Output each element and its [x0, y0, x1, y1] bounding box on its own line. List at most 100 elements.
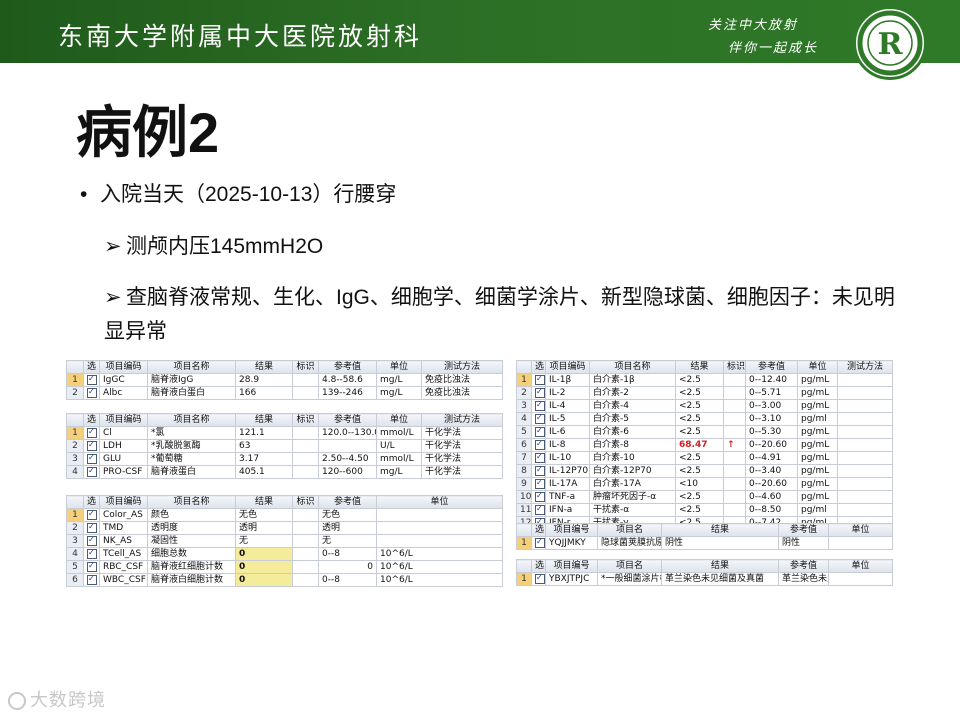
column-header[interactable]: 测试方法 [837, 360, 893, 374]
checkbox-checked-icon[interactable] [535, 426, 545, 437]
checkbox-checked-icon[interactable] [535, 452, 545, 463]
table-row[interactable]: 6 IL-8白介素-868.47↑0--20.60pg/mL [516, 438, 893, 452]
checkbox-checked-icon[interactable] [87, 535, 97, 546]
column-header[interactable]: 项目编码 [99, 360, 148, 374]
column-header[interactable]: 结果 [235, 360, 293, 374]
column-header[interactable]: 结果 [661, 523, 779, 537]
column-header[interactable]: 项目名称 [147, 360, 236, 374]
checkbox-checked-icon[interactable] [535, 374, 545, 385]
checkbox-checked-icon[interactable] [87, 427, 97, 438]
column-header[interactable]: 选 [83, 360, 100, 374]
table-row[interactable]: 2 IL-2白介素-2<2.5 0--5.71pg/mL [516, 386, 893, 400]
column-header[interactable]: 单位 [797, 360, 838, 374]
column-header[interactable]: 标识 [292, 495, 319, 509]
column-header[interactable]: 项目名称 [147, 495, 236, 509]
column-header[interactable] [66, 413, 84, 427]
table-row[interactable]: 2TMD透明度透明透明 [66, 521, 503, 535]
column-header[interactable]: 测试方法 [421, 413, 503, 427]
column-header[interactable]: 参考值 [745, 360, 798, 374]
checkbox-checked-icon[interactable] [87, 453, 97, 464]
column-header[interactable]: 选 [531, 523, 546, 537]
column-header[interactable]: 单位 [828, 559, 893, 573]
table-row[interactable]: 4 PRO-CSF脑脊液蛋白405.1 120--600mg/L干化学法 [66, 465, 503, 479]
column-header[interactable] [516, 360, 532, 374]
checkbox-checked-icon[interactable] [535, 478, 545, 489]
table-row[interactable]: 3 IL-4白介素-4<2.5 0--3.00pg/mL [516, 399, 893, 413]
table-cell: 细胞总数 [147, 547, 236, 561]
column-header[interactable]: 项目编码 [99, 495, 148, 509]
column-header[interactable]: 参考值 [778, 559, 829, 573]
column-header[interactable]: 参考值 [318, 360, 377, 374]
table-row[interactable]: 5RBC_CSF脑脊液红细胞计数0010^6/L [66, 560, 503, 574]
column-header[interactable]: 选 [531, 559, 546, 573]
checkbox-checked-icon[interactable] [535, 413, 545, 424]
checkbox-checked-icon[interactable] [535, 387, 545, 398]
table-row[interactable]: 3 GLU*葡萄糖3.17 2.50--4.50mmol/L干化学法 [66, 452, 503, 466]
column-header[interactable]: 项目编号 [545, 523, 598, 537]
column-header[interactable]: 项目编码 [99, 413, 148, 427]
table-row[interactable]: 2 LDH*乳酸脱氢酶63 U/L干化学法 [66, 439, 503, 453]
checkbox-checked-icon[interactable] [87, 440, 97, 451]
column-header[interactable]: 标识 [292, 413, 319, 427]
checkbox-checked-icon[interactable] [87, 466, 97, 477]
column-header[interactable]: 项目名 [597, 559, 662, 573]
table-row[interactable]: 7 IL-10白介素-10<2.5 0--4.91pg/mL [516, 451, 893, 465]
column-header[interactable]: 测试方法 [421, 360, 503, 374]
column-header[interactable]: 结果 [235, 413, 293, 427]
checkbox-checked-icon[interactable] [87, 548, 97, 559]
column-header[interactable]: 结果 [661, 559, 779, 573]
column-header[interactable]: 结果 [675, 360, 724, 374]
column-header[interactable] [516, 559, 532, 573]
table-row[interactable]: 4 IL-5白介素-5<2.5 0--3.10pg/ml [516, 412, 893, 426]
table-row[interactable]: 1YQJJMKY隐球菌荚膜抗原阴性阴性 [516, 536, 893, 550]
column-header[interactable]: 选 [531, 360, 546, 374]
table-row[interactable]: 3NK_AS凝固性无无 [66, 534, 503, 548]
column-header[interactable]: 项目编码 [545, 360, 590, 374]
checkbox-checked-icon[interactable] [87, 387, 97, 398]
table-row[interactable]: 1 YBXJTPJC*一般细菌涂片检查革兰染色未见细菌及真菌革兰染色未见细 [516, 572, 893, 586]
column-header[interactable]: 参考值 [318, 495, 377, 509]
table-row[interactable]: 1Color_AS颜色无色无色 [66, 508, 503, 522]
column-header[interactable]: 项目名称 [589, 360, 676, 374]
table-row[interactable]: 11 IFN-a干扰素-α<2.5 0--8.50pg/ml [516, 503, 893, 517]
column-header[interactable]: 项目编号 [545, 559, 598, 573]
checkbox-checked-icon[interactable] [87, 522, 97, 533]
column-header[interactable] [66, 495, 84, 509]
column-header[interactable]: 标识 [292, 360, 319, 374]
column-header[interactable]: 项目名 [597, 523, 662, 537]
checkbox-checked-icon[interactable] [87, 574, 97, 585]
table-row[interactable]: 8 IL-12P70白介素-12P70<2.5 0--3.40pg/mL [516, 464, 893, 478]
table-row[interactable]: 4 TCell_AS细胞总数0 0--810^6/L [66, 547, 503, 561]
column-header[interactable]: 参考值 [778, 523, 829, 537]
column-header[interactable] [66, 360, 84, 374]
column-header[interactable]: 单位 [376, 495, 503, 509]
checkbox-checked-icon[interactable] [535, 491, 545, 502]
table-row[interactable]: 1 IgGC脑脊液IgG28.9 4.8--58.6mg/L免疫比浊法 [66, 373, 503, 387]
column-header[interactable]: 单位 [828, 523, 893, 537]
checkbox-checked-icon[interactable] [535, 573, 545, 584]
table-row[interactable]: 1 IL-1β白介素-1β<2.5 0--12.40pg/mL [516, 373, 893, 387]
checkbox-checked-icon[interactable] [535, 439, 545, 450]
column-header[interactable]: 选 [83, 495, 100, 509]
table-row[interactable]: 10 TNF-a肿瘤坏死因子-α<2.5 0--4.60pg/mL [516, 490, 893, 504]
column-header[interactable]: 参考值 [318, 413, 377, 427]
checkbox-checked-icon[interactable] [535, 504, 545, 515]
table-row[interactable]: 2 Albc脑脊液白蛋白166 139--246mg/L免疫比浊法 [66, 386, 503, 400]
column-header[interactable]: 结果 [235, 495, 293, 509]
table-row[interactable]: 5 IL-6白介素-6<2.5 0--5.30pg/mL [516, 425, 893, 439]
table-row[interactable]: 1 Cl*氯121.1 120.0--130.0mmol/L干化学法 [66, 426, 503, 440]
column-header[interactable]: 标识 [723, 360, 746, 374]
checkbox-checked-icon[interactable] [87, 374, 97, 385]
checkbox-checked-icon[interactable] [535, 465, 545, 476]
table-row[interactable]: 6 WBC_CSF脑脊液白细胞计数0 0--810^6/L [66, 573, 503, 587]
checkbox-checked-icon[interactable] [87, 509, 97, 520]
checkbox-checked-icon[interactable] [87, 561, 97, 572]
column-header[interactable]: 选 [83, 413, 100, 427]
checkbox-checked-icon[interactable] [535, 537, 545, 548]
column-header[interactable]: 单位 [376, 360, 422, 374]
checkbox-checked-icon[interactable] [535, 400, 545, 411]
table-row[interactable]: 9 IL-17A白介素-17A<10 0--20.60pg/mL [516, 477, 893, 491]
column-header[interactable]: 单位 [376, 413, 422, 427]
column-header[interactable]: 项目名称 [147, 413, 236, 427]
column-header[interactable] [516, 523, 532, 537]
